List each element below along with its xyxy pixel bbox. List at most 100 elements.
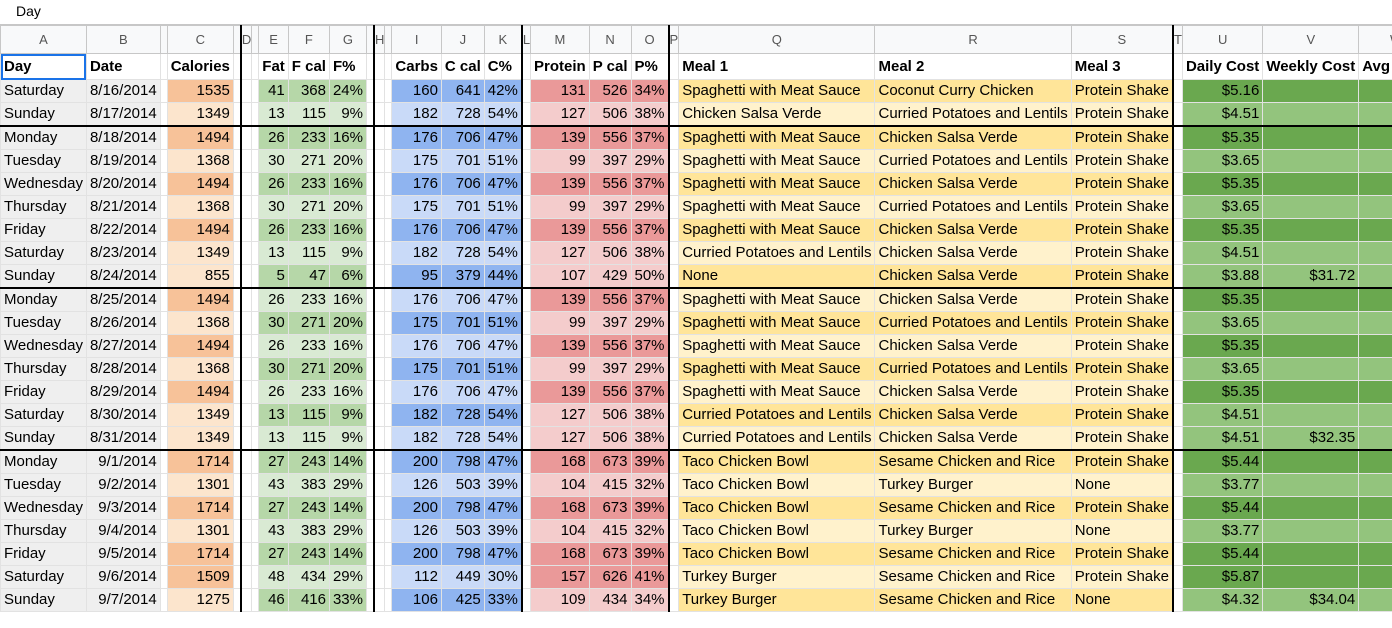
cell-carbs[interactable]: 112 [391,565,442,589]
cell-meal2[interactable]: Turkey Burger [874,473,1072,497]
cell-meal3[interactable]: Protein Shake [1070,449,1174,474]
cell-meal2[interactable]: Turkey Burger [874,519,1072,543]
cell-daily[interactable]: $5.16 [1181,79,1264,103]
cell-ccal[interactable]: 425 [440,588,485,612]
header-ccal[interactable]: C cal [440,53,485,80]
cell-weekly[interactable]: $34.04 [1262,588,1360,612]
cell-daily[interactable]: $3.65 [1181,149,1264,173]
cell-fcal[interactable]: 271 [287,149,330,173]
cell-cpct[interactable]: 47% [483,218,523,242]
cell-ppct[interactable]: 38% [630,426,670,451]
cell-day[interactable]: Tuesday [0,311,87,335]
cell-day[interactable]: Thursday [0,195,87,219]
header-protein[interactable]: Protein [530,53,590,80]
cell-fcal[interactable]: 243 [287,449,330,474]
cell-meal1[interactable]: Spaghetti with Meat Sauce [678,357,876,381]
cell-avg[interactable] [1358,403,1392,427]
cell-ccal[interactable]: 706 [440,287,485,312]
cell-carbs[interactable]: 175 [391,311,442,335]
cell-ppct[interactable]: 37% [630,380,670,404]
cell-day[interactable]: Wednesday [0,496,87,520]
cell-ccal[interactable]: 701 [440,149,485,173]
cell-daily[interactable]: $3.65 [1181,311,1264,335]
cell-meal1[interactable]: Taco Chicken Bowl [678,496,876,520]
cell-daily[interactable]: $4.32 [1181,588,1264,612]
cell-carbs[interactable]: 176 [391,125,442,150]
cell-meal1[interactable]: Spaghetti with Meat Sauce [678,172,876,196]
cell-date[interactable]: 8/16/2014 [85,79,161,103]
cell-cpct[interactable]: 44% [483,264,523,289]
cell-calories[interactable]: 1301 [166,519,234,543]
cell-meal3[interactable]: Protein Shake [1070,426,1174,451]
cell-protein[interactable]: 168 [530,449,590,474]
cell-avg[interactable] [1358,149,1392,173]
cell-fpct[interactable]: 20% [328,311,368,335]
cell-pcal[interactable]: 415 [588,473,632,497]
cell-protein[interactable]: 139 [530,125,590,150]
cell-carbs[interactable]: 126 [391,473,442,497]
cell-meal1[interactable]: Curried Potatoes and Lentils [678,241,876,265]
cell-fcal[interactable]: 233 [287,172,330,196]
cell-cpct[interactable]: 33% [483,588,523,612]
cell-fpct[interactable]: 29% [328,519,368,543]
column-header-l[interactable]: L [520,25,532,54]
cell-pcal[interactable]: 434 [588,588,632,612]
cell-date[interactable]: 9/7/2014 [85,588,161,612]
cell-weekly[interactable] [1262,542,1360,566]
cell-ppct[interactable]: 38% [630,102,670,127]
cell-calories[interactable]: 1714 [166,542,234,566]
cell-pcal[interactable]: 506 [588,403,632,427]
cell-ccal[interactable]: 706 [440,380,485,404]
cell-avg[interactable] [1358,264,1392,289]
cell-pcal[interactable]: 673 [588,449,632,474]
cell-fcal[interactable]: 115 [287,102,330,127]
cell-day[interactable]: Sunday [0,588,87,612]
cell-ccal[interactable]: 728 [440,426,485,451]
cell-meal1[interactable]: Spaghetti with Meat Sauce [678,195,876,219]
cell-day[interactable]: Tuesday [0,149,87,173]
cell-daily[interactable]: $5.35 [1181,334,1264,358]
cell-ppct[interactable]: 29% [630,195,670,219]
cell-pcal[interactable]: 429 [588,264,632,289]
cell-carbs[interactable]: 176 [391,218,442,242]
cell-pcal[interactable]: 415 [588,519,632,543]
cell-meal3[interactable]: Protein Shake [1070,565,1174,589]
cell-pcal[interactable]: 556 [588,380,632,404]
cell-ccal[interactable]: 503 [440,473,485,497]
cell-fat[interactable]: 13 [258,102,289,127]
cell-weekly[interactable] [1262,565,1360,589]
cell-meal2[interactable]: Chicken Salsa Verde [874,241,1072,265]
spreadsheet-grid[interactable]: ABCDEFGHIJKLMNOPQRSTUVWDayDateCaloriesFa… [0,25,1392,628]
cell-daily[interactable]: $5.35 [1181,380,1264,404]
cell-ccal[interactable]: 706 [440,125,485,150]
cell-protein[interactable]: 139 [530,334,590,358]
cell-weekly[interactable] [1262,473,1360,497]
cell-carbs[interactable]: 176 [391,334,442,358]
cell-ppct[interactable]: 37% [630,125,670,150]
cell-avg[interactable] [1358,102,1392,127]
cell-meal1[interactable]: Taco Chicken Bowl [678,542,876,566]
cell-weekly[interactable] [1262,403,1360,427]
cell-cpct[interactable]: 54% [483,102,523,127]
column-header-w[interactable]: W [1358,25,1392,54]
cell-fat[interactable]: 30 [258,357,289,381]
formula-bar[interactable]: Day [0,0,1392,25]
cell-fat[interactable]: 13 [258,426,289,451]
cell-weekly[interactable] [1262,102,1360,127]
cell-date[interactable]: 8/23/2014 [85,241,161,265]
cell-avg[interactable] [1358,241,1392,265]
cell-ccal[interactable]: 503 [440,519,485,543]
cell-carbs[interactable]: 176 [391,380,442,404]
cell-date[interactable]: 8/30/2014 [85,403,161,427]
cell-meal3[interactable]: Protein Shake [1070,311,1174,335]
cell-carbs[interactable]: 182 [391,102,442,127]
cell-fcal[interactable]: 271 [287,311,330,335]
cell-fcal[interactable]: 383 [287,473,330,497]
cell-protein[interactable]: 107 [530,264,590,289]
cell-pcal[interactable]: 673 [588,496,632,520]
cell-day[interactable]: Thursday [0,357,87,381]
cell-meal2[interactable]: Chicken Salsa Verde [874,218,1072,242]
cell-date[interactable]: 8/31/2014 [85,426,161,451]
cell-date[interactable]: 8/26/2014 [85,311,161,335]
cell-carbs[interactable]: 175 [391,357,442,381]
